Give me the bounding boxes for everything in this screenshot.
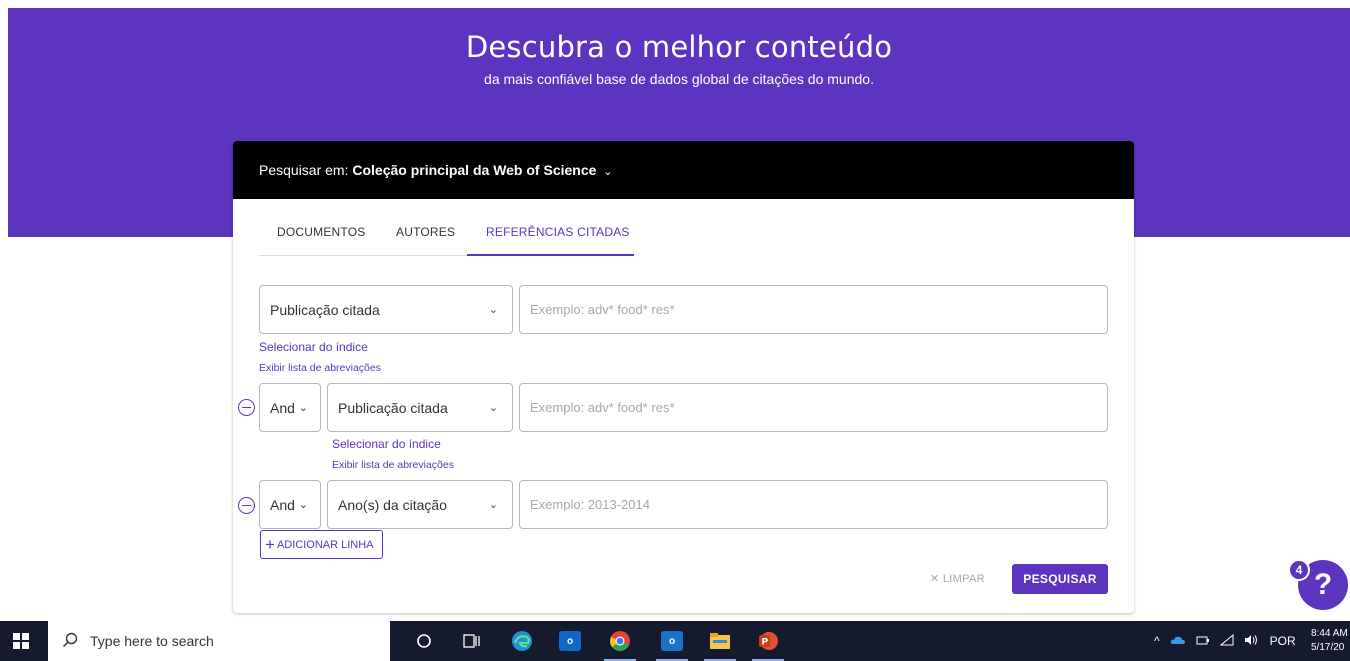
- tab-autores[interactable]: AUTORES: [396, 225, 455, 239]
- battery-icon[interactable]: [1196, 634, 1210, 648]
- chevron-down-icon[interactable]: ⌄: [603, 166, 612, 178]
- select-from-index-link[interactable]: Selecionar do índice: [259, 340, 368, 354]
- hero-subtitle: da mais confiável base de dados global d…: [484, 71, 874, 87]
- chevron-down-icon: ⌄: [298, 499, 308, 511]
- taskbar-search-placeholder: Type here to search: [90, 633, 214, 649]
- search-tabs: DOCUMENTOS AUTORES REFERÊNCIAS CITADAS: [259, 216, 634, 256]
- powerpoint-icon[interactable]: P: [748, 621, 788, 661]
- operator-label: And: [270, 399, 295, 416]
- chevron-down-icon: ⌄: [488, 499, 498, 511]
- field-select-label: Ano(s) da citação: [338, 496, 447, 513]
- browser-viewport: Descubra o melhor conteúdo da mais confi…: [8, 8, 1350, 621]
- operator-select-row-3[interactable]: And ⌄: [259, 480, 321, 529]
- chrome-icon[interactable]: [600, 621, 640, 661]
- cortana-icon[interactable]: [404, 621, 444, 661]
- field-select-label: Publicação citada: [270, 301, 380, 318]
- active-tab-indicator: [467, 254, 634, 256]
- abbreviations-list-link[interactable]: Exibir lista de abreviações: [259, 362, 381, 374]
- notification-badge: 4: [1288, 559, 1310, 581]
- outlook-icon[interactable]: o: [550, 621, 590, 661]
- remove-row-icon[interactable]: [238, 497, 255, 514]
- clock-time: 8:44 AM: [1311, 628, 1348, 639]
- search-scope-bar: Pesquisar em: Coleção principal da Web o…: [233, 141, 1134, 199]
- windows-start-icon[interactable]: [13, 633, 29, 649]
- search-term-input-row-3[interactable]: [519, 480, 1108, 529]
- taskbar-clock[interactable]: 8:44 AM 5/17/20: [1311, 621, 1348, 661]
- question-icon: ?: [1313, 568, 1333, 601]
- edge-icon[interactable]: [502, 621, 542, 661]
- task-view-icon[interactable]: [452, 621, 492, 661]
- chevron-up-icon[interactable]: ^: [1154, 634, 1160, 648]
- search-icon: [62, 632, 78, 651]
- tab-documentos[interactable]: DOCUMENTOS: [277, 225, 365, 239]
- operator-label: And: [270, 496, 295, 513]
- language-indicator[interactable]: POR: [1270, 634, 1296, 648]
- tab-referencias-citadas[interactable]: REFERÊNCIAS CITADAS: [486, 225, 630, 239]
- volume-icon[interactable]: [1244, 634, 1260, 649]
- select-from-index-link[interactable]: Selecionar do índice: [332, 437, 441, 451]
- search-button[interactable]: PESQUISAR: [1012, 564, 1108, 594]
- chevron-down-icon: ⌄: [488, 402, 498, 414]
- hero-title: Descubra o melhor conteúdo: [465, 30, 893, 64]
- windows-taskbar: Type here to search o o P ^ POR 8:44 AM …: [0, 621, 1350, 661]
- onedrive-icon[interactable]: [1170, 634, 1186, 648]
- clear-label: LIMPAR: [942, 573, 985, 585]
- chevron-down-icon: ⌄: [298, 402, 308, 414]
- chevron-down-icon: ⌄: [488, 304, 498, 316]
- field-select-row-3[interactable]: Ano(s) da citação ⌄: [327, 480, 513, 529]
- search-term-input-row-2[interactable]: [519, 383, 1108, 432]
- operator-select-row-2[interactable]: And ⌄: [259, 383, 321, 432]
- clear-button[interactable]: ✕ LIMPAR: [930, 572, 985, 585]
- remove-row-icon[interactable]: [238, 399, 255, 416]
- field-select-label: Publicação citada: [338, 399, 448, 416]
- wifi-icon[interactable]: [1219, 633, 1234, 649]
- field-select-row-2[interactable]: Publicação citada ⌄: [327, 383, 513, 432]
- outlook-mail-icon[interactable]: o: [652, 621, 692, 661]
- search-card: Pesquisar em: Coleção principal da Web o…: [233, 141, 1134, 613]
- clock-date: 5/17/20: [1311, 642, 1345, 653]
- svg-text:P: P: [762, 638, 769, 648]
- plus-icon: +: [265, 535, 275, 554]
- field-select-row-1[interactable]: Publicação citada ⌄: [259, 285, 513, 334]
- abbreviations-list-link[interactable]: Exibir lista de abreviações: [332, 459, 454, 471]
- search-scope-label: Pesquisar em:: [259, 162, 349, 178]
- taskbar-search-box[interactable]: Type here to search: [48, 621, 390, 661]
- add-row-label: ADICIONAR LINHA: [276, 538, 374, 551]
- search-scope-dropdown[interactable]: Coleção principal da Web of Science: [352, 162, 596, 178]
- add-row-button[interactable]: + ADICIONAR LINHA: [260, 530, 383, 559]
- system-tray: ^ POR: [1154, 621, 1296, 661]
- file-explorer-icon[interactable]: [700, 621, 740, 661]
- search-term-input-row-1[interactable]: [519, 285, 1108, 334]
- close-icon: ✕: [930, 573, 940, 585]
